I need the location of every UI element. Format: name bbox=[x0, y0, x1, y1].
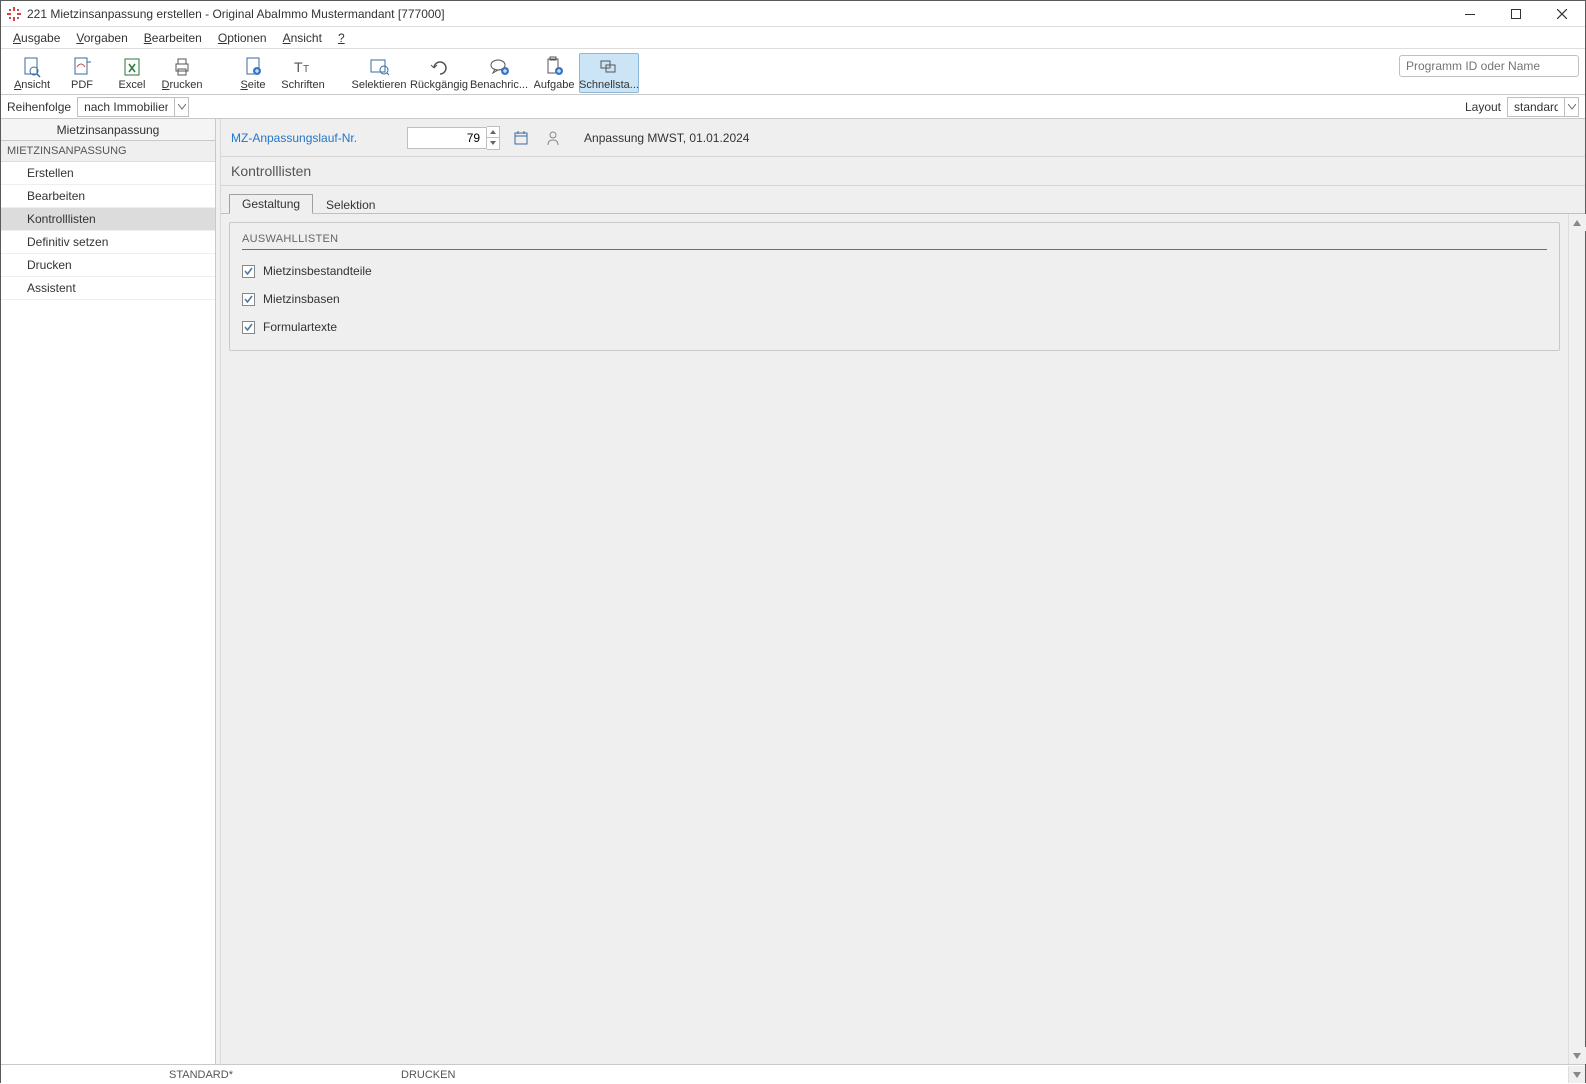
menu-ansicht[interactable]: Ansicht bbox=[275, 29, 330, 47]
toolbar: Ansicht PDF Excel Drucken bbox=[1, 49, 1585, 95]
assistant-icon bbox=[545, 130, 561, 146]
status-drucken: DRUCKEN bbox=[401, 1069, 561, 1081]
run-number-input[interactable] bbox=[407, 127, 487, 149]
nav-erstellen[interactable]: Erstellen bbox=[1, 162, 215, 185]
run-description: Anpassung MWST, 01.01.2024 bbox=[584, 131, 749, 145]
check-label: Formulartexte bbox=[263, 320, 337, 334]
tb-rueckgaengig[interactable]: Rückgängig bbox=[409, 53, 469, 93]
checkbox-icon[interactable] bbox=[242, 265, 255, 278]
preview-icon bbox=[21, 56, 43, 78]
program-search-input[interactable] bbox=[1399, 55, 1579, 77]
excel-icon bbox=[121, 56, 143, 78]
close-icon bbox=[1557, 9, 1567, 19]
pdf-icon bbox=[71, 56, 93, 78]
run-number-link[interactable]: MZ-Anpassungslauf-Nr. bbox=[231, 131, 357, 145]
nav-bearbeiten[interactable]: Bearbeiten bbox=[1, 185, 215, 208]
svg-text:T: T bbox=[303, 64, 309, 75]
quickstart-icon bbox=[598, 56, 620, 78]
scroll-down-icon[interactable] bbox=[1569, 1047, 1586, 1064]
chevron-down-icon[interactable] bbox=[1564, 98, 1578, 116]
menu-optionen[interactable]: Optionen bbox=[210, 29, 275, 47]
check-mietzinsbasen[interactable]: Mietzinsbasen bbox=[242, 292, 1547, 306]
checkbox-icon[interactable] bbox=[242, 321, 255, 334]
nav-assistent[interactable]: Assistent bbox=[1, 277, 215, 300]
calendar-button[interactable] bbox=[510, 127, 532, 149]
menu-help[interactable]: ? bbox=[330, 29, 353, 47]
sidebar-nav: Erstellen Bearbeiten Kontrolllisten Defi… bbox=[1, 162, 215, 1064]
maximize-button[interactable] bbox=[1493, 1, 1539, 27]
tb-selektieren[interactable]: Selektieren bbox=[349, 53, 409, 93]
tb-schriften[interactable]: TT Schriften bbox=[278, 53, 328, 93]
check-label: Mietzinsbestandteile bbox=[263, 264, 372, 278]
run-number-spinner[interactable] bbox=[487, 126, 500, 150]
menubar: Ausgabe Vorgaben Bearbeiten Optionen Ans… bbox=[1, 27, 1585, 49]
undo-icon bbox=[428, 56, 450, 78]
calendar-icon bbox=[513, 130, 529, 146]
nav-kontrolllisten[interactable]: Kontrolllisten bbox=[1, 208, 215, 231]
tb-excel[interactable]: Excel bbox=[107, 53, 157, 93]
tb-pdf[interactable]: PDF bbox=[57, 53, 107, 93]
maximize-icon bbox=[1511, 9, 1521, 19]
check-mietzinsbestandteile[interactable]: Mietzinsbestandteile bbox=[242, 264, 1547, 278]
context-row: MZ-Anpassungslauf-Nr. Anpassung MWST, 01… bbox=[221, 119, 1585, 157]
menu-bearbeiten[interactable]: Bearbeiten bbox=[136, 29, 210, 47]
panel-title: AUSWAHLLISTEN bbox=[242, 233, 1547, 250]
sidebar-title: Mietzinsanpassung bbox=[1, 119, 215, 141]
tab-selektion[interactable]: Selektion bbox=[313, 195, 388, 214]
nav-definitiv-setzen[interactable]: Definitiv setzen bbox=[1, 231, 215, 254]
statusbar: STANDARD* DRUCKEN bbox=[1, 1064, 1585, 1084]
menu-ausgabe[interactable]: Ausgabe bbox=[5, 29, 68, 47]
print-icon bbox=[171, 56, 193, 78]
scroll-down-icon[interactable] bbox=[1568, 1066, 1585, 1083]
checkbox-icon[interactable] bbox=[242, 293, 255, 306]
notification-icon bbox=[488, 56, 510, 78]
main: MZ-Anpassungslauf-Nr. Anpassung MWST, 01… bbox=[221, 119, 1585, 1064]
tabs: Gestaltung Selektion bbox=[221, 190, 1585, 214]
minimize-button[interactable] bbox=[1447, 1, 1493, 27]
tb-benachrichtigung[interactable]: Benachric... bbox=[469, 53, 529, 93]
sidebar: Mietzinsanpassung MIETZINSANPASSUNG Erst… bbox=[1, 119, 216, 1064]
app-icon bbox=[7, 7, 21, 21]
auswahllisten-panel: AUSWAHLLISTEN Mietzinsbestandteile Mietz… bbox=[229, 222, 1560, 351]
layout-label: Layout bbox=[1465, 100, 1501, 114]
spin-up-icon[interactable] bbox=[487, 127, 499, 138]
minimize-icon bbox=[1465, 9, 1475, 19]
tb-schnellstart[interactable]: Schnellsta... bbox=[579, 53, 639, 93]
section-title: Kontrolllisten bbox=[221, 157, 1585, 186]
select-icon bbox=[368, 56, 390, 78]
vertical-scrollbar[interactable] bbox=[1568, 214, 1585, 1064]
titlebar: 221 Mietzinsanpassung erstellen - Origin… bbox=[1, 1, 1585, 27]
task-icon bbox=[543, 56, 565, 78]
status-standard: STANDARD* bbox=[1, 1069, 401, 1081]
page-setup-icon bbox=[242, 56, 264, 78]
layout-combo[interactable] bbox=[1507, 97, 1579, 117]
tb-aufgabe[interactable]: Aufgabe bbox=[529, 53, 579, 93]
menu-vorgaben[interactable]: Vorgaben bbox=[68, 29, 135, 47]
tb-ansicht[interactable]: Ansicht bbox=[7, 53, 57, 93]
check-formulartexte[interactable]: Formulartexte bbox=[242, 320, 1547, 334]
tb-drucken[interactable]: Drucken bbox=[157, 53, 207, 93]
layout-value[interactable] bbox=[1508, 100, 1564, 114]
chevron-down-icon[interactable] bbox=[174, 98, 188, 116]
sort-label: Reihenfolge bbox=[7, 100, 71, 114]
tb-seite[interactable]: Seite bbox=[228, 53, 278, 93]
spin-down-icon[interactable] bbox=[487, 138, 499, 149]
nav-drucken[interactable]: Drucken bbox=[1, 254, 215, 277]
sort-combo[interactable] bbox=[77, 97, 189, 117]
tab-gestaltung[interactable]: Gestaltung bbox=[229, 194, 313, 214]
sortbar: Reihenfolge Layout bbox=[1, 95, 1585, 119]
scroll-up-icon[interactable] bbox=[1569, 214, 1586, 231]
fonts-icon: TT bbox=[292, 56, 314, 78]
check-label: Mietzinsbasen bbox=[263, 292, 340, 306]
svg-text:T: T bbox=[294, 59, 303, 75]
sort-value[interactable] bbox=[78, 100, 174, 114]
window-title: 221 Mietzinsanpassung erstellen - Origin… bbox=[27, 7, 445, 21]
close-button[interactable] bbox=[1539, 1, 1585, 27]
sidebar-section: MIETZINSANPASSUNG bbox=[1, 141, 215, 162]
assistant-button[interactable] bbox=[542, 127, 564, 149]
